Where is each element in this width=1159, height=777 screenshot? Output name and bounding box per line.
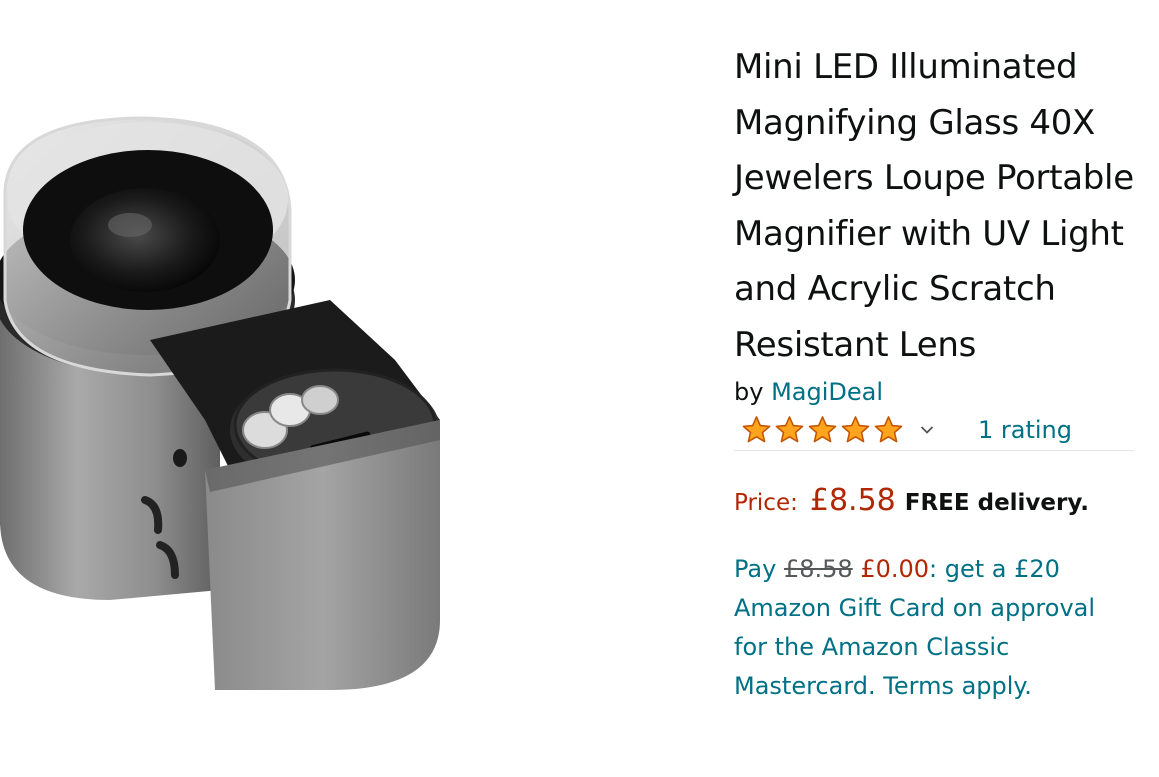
brand-link[interactable]: MagiDeal	[771, 378, 883, 406]
chevron-down-icon[interactable]	[920, 420, 934, 439]
byline: by MagiDeal	[734, 375, 1134, 409]
star-icon	[775, 416, 804, 443]
star-icon	[874, 416, 903, 443]
rating-row: 1 rating	[734, 410, 1134, 451]
star-icon	[742, 416, 771, 443]
star-rating[interactable]	[740, 415, 905, 445]
product-image[interactable]	[0, 0, 700, 777]
promo-old-price: £8.58	[783, 555, 853, 583]
star-icon	[841, 416, 870, 443]
price-row: Price: £8.58 FREE delivery.	[734, 483, 1134, 523]
free-delivery-text: FREE delivery.	[904, 490, 1089, 516]
credit-card-promo-link[interactable]: Pay £8.58 £0.00: get a £20 Amazon Gift C…	[734, 550, 1134, 706]
product-info: Mini LED Illuminated Magnifying Glass 40…	[734, 40, 1134, 706]
price-label: Price:	[734, 490, 798, 516]
magnifier-illustration	[0, 116, 440, 690]
product-title: Mini LED Illuminated Magnifying Glass 40…	[734, 47, 1134, 365]
by-label: by	[734, 378, 764, 406]
product-page: Mini LED Illuminated Magnifying Glass 40…	[0, 0, 1159, 777]
promo-new-price: £0.00	[860, 555, 930, 583]
star-icon	[808, 416, 837, 443]
rating-count-link[interactable]: 1 rating	[978, 415, 1072, 445]
promo-pay-label: Pay	[734, 555, 777, 583]
price-value: £8.58	[809, 483, 896, 518]
